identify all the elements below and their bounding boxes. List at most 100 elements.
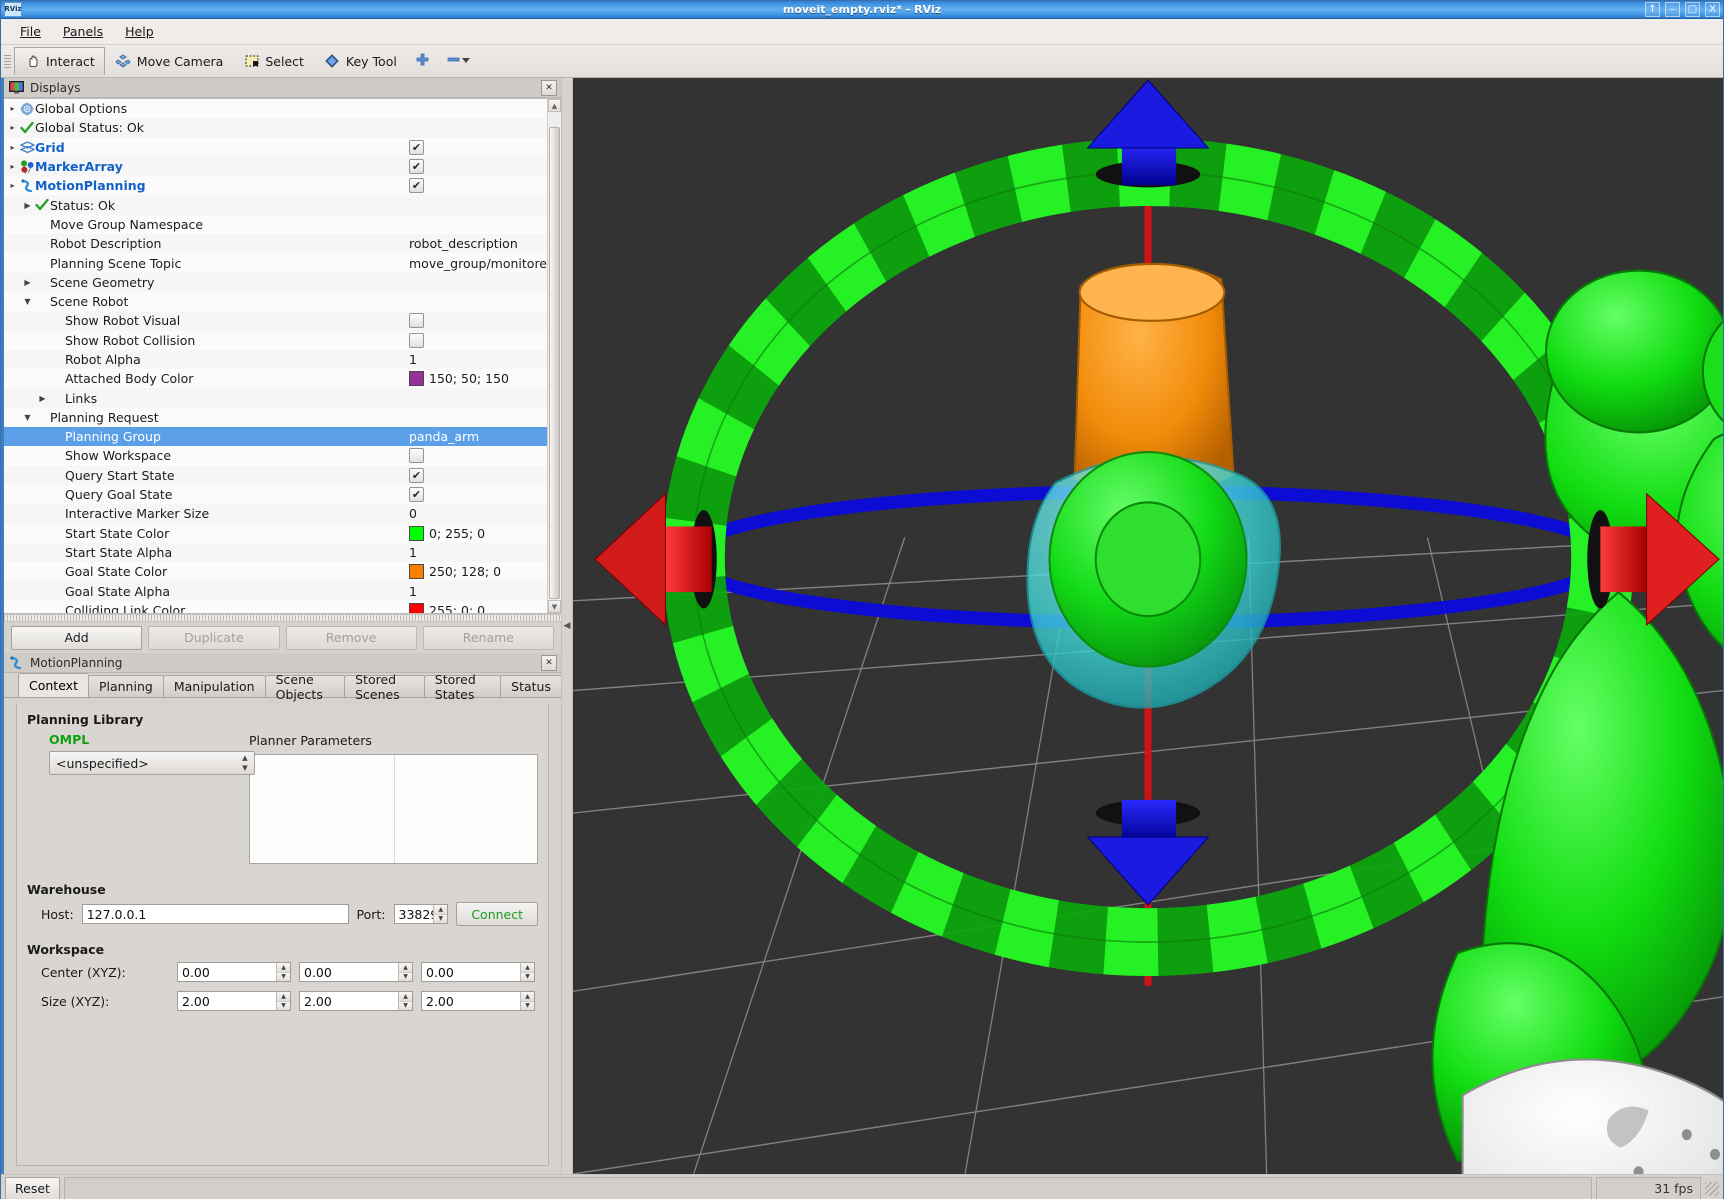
checkbox[interactable] xyxy=(409,313,424,329)
center-z-input[interactable]: 0.00 ▲ ▼ xyxy=(421,962,535,982)
tree-row[interactable]: ▸ Global Status: Ok xyxy=(4,118,547,138)
color-swatch[interactable] xyxy=(409,602,424,613)
spin-up-icon[interactable]: ▲ xyxy=(277,963,290,973)
size-y-input[interactable]: 2.00 ▲ ▼ xyxy=(299,991,413,1011)
expand-icon[interactable]: ▸ xyxy=(6,104,19,113)
tool-select[interactable]: Select xyxy=(233,47,314,75)
spin-up-icon[interactable]: ▲ xyxy=(399,963,412,973)
expand-icon[interactable]: ▶ xyxy=(21,278,34,287)
tree-row[interactable]: Start State Alpha 1 xyxy=(4,542,547,563)
add-tool-button[interactable] xyxy=(407,48,438,74)
tree-row[interactable]: ▸ Global Options xyxy=(4,99,547,119)
expand-icon[interactable]: ▸ xyxy=(6,181,19,190)
spin-up-icon[interactable]: ▲ xyxy=(434,905,448,915)
center-y-spinner[interactable]: ▲ ▼ xyxy=(398,963,412,981)
tab-manipulation[interactable]: Manipulation xyxy=(162,675,266,697)
shade-button[interactable]: ↑ xyxy=(1645,2,1660,17)
scrollbar-thumb[interactable] xyxy=(549,127,560,599)
tree-row[interactable]: Goal State Color 250; 128; 0 xyxy=(4,562,547,582)
spin-down-icon[interactable]: ▼ xyxy=(399,1001,412,1010)
tree-row[interactable]: Show Robot Visual xyxy=(4,311,547,331)
tab-stored-states[interactable]: Stored States xyxy=(423,672,502,702)
remove-tool-button[interactable] xyxy=(438,48,479,74)
port-input[interactable]: 33829 ▲ ▼ xyxy=(393,904,449,924)
tree-row[interactable]: Goal State Alpha 1 xyxy=(4,581,547,601)
tree-row-value[interactable]: robot_description xyxy=(409,234,518,253)
collapse-icon[interactable]: ▼ xyxy=(21,413,34,422)
tree-row-value[interactable]: ✔ xyxy=(409,138,424,157)
tree-row-value[interactable]: ✔ xyxy=(409,466,424,485)
tree-row-value[interactable]: ✔ xyxy=(409,485,424,504)
tree-row[interactable]: ▼ Planning Request xyxy=(4,407,547,428)
size-z-spinner[interactable]: ▲ ▼ xyxy=(520,992,534,1010)
close-button[interactable]: X xyxy=(1705,2,1720,17)
expand-icon[interactable]: ▸ xyxy=(6,162,19,171)
tree-row[interactable]: ▸ MotionPlanning ✔ xyxy=(4,176,547,196)
tree-row-value[interactable]: 150; 50; 150 xyxy=(409,369,509,388)
scroll-up-icon[interactable]: ▲ xyxy=(548,99,561,112)
expand-icon[interactable]: ▶ xyxy=(36,394,49,403)
tree-row[interactable]: Move Group Namespace xyxy=(4,214,547,235)
render-viewport-3d[interactable] xyxy=(573,78,1723,1174)
size-z-input[interactable]: 2.00 ▲ ▼ xyxy=(421,991,535,1011)
tree-row-value[interactable] xyxy=(409,446,424,465)
color-swatch[interactable] xyxy=(409,371,424,387)
expand-icon[interactable]: ▸ xyxy=(6,123,19,132)
tree-row[interactable]: ▸ MarkerArray ✔ xyxy=(4,156,547,177)
toolbar-grip[interactable] xyxy=(3,48,12,74)
spin-up-icon[interactable]: ▲ xyxy=(277,992,290,1002)
planner-parameters-table[interactable] xyxy=(249,754,538,864)
menu-help[interactable]: Help xyxy=(114,21,165,42)
color-swatch[interactable] xyxy=(409,525,424,541)
tab-status[interactable]: Status xyxy=(500,675,562,697)
planner-select-spinner[interactable]: ▲ ▼ xyxy=(238,753,252,773)
close-icon[interactable]: ✕ xyxy=(541,655,557,671)
displays-tree-scrollbar[interactable]: ▲ ▼ xyxy=(547,99,561,613)
spin-down-icon[interactable]: ▼ xyxy=(399,972,412,981)
spin-up-icon[interactable]: ▲ xyxy=(521,992,534,1002)
checkbox[interactable]: ✔ xyxy=(409,178,424,194)
chevron-down-icon[interactable] xyxy=(461,54,471,68)
spin-up-icon[interactable]: ▲ xyxy=(399,992,412,1002)
collapse-icon[interactable]: ▼ xyxy=(21,297,34,306)
tree-row-value[interactable]: panda_arm xyxy=(409,427,479,446)
expand-icon[interactable]: ▶ xyxy=(21,201,34,210)
color-swatch[interactable] xyxy=(409,564,424,580)
tree-row[interactable]: Query Start State ✔ xyxy=(4,465,547,485)
tree-row-value[interactable] xyxy=(409,331,424,350)
size-y-spinner[interactable]: ▲ ▼ xyxy=(398,992,412,1010)
tree-row[interactable]: Robot Description robot_description xyxy=(4,234,547,254)
planner-select[interactable]: <unspecified> ▲ ▼ xyxy=(49,751,255,775)
spin-down-icon[interactable]: ▼ xyxy=(277,972,290,981)
tree-row-value[interactable]: 0; 255; 0 xyxy=(409,524,485,543)
port-spinner[interactable]: ▲ ▼ xyxy=(433,905,448,923)
scroll-down-icon[interactable]: ▼ xyxy=(548,600,561,613)
tree-row-value[interactable]: ✔ xyxy=(409,157,424,176)
menu-panels[interactable]: Panels xyxy=(52,21,114,42)
tree-row[interactable]: ▶ Links xyxy=(4,388,547,408)
tree-row[interactable]: Show Workspace xyxy=(4,446,547,466)
tree-row-value[interactable]: 250; 128; 0 xyxy=(409,562,501,581)
menu-file[interactable]: File xyxy=(9,21,52,42)
tree-row[interactable]: Robot Alpha 1 xyxy=(4,349,547,370)
tree-row-value[interactable]: 1 xyxy=(409,543,417,562)
expand-icon[interactable]: ▸ xyxy=(6,143,19,152)
tree-row[interactable]: Colliding Link Color 255; 0; 0 xyxy=(4,600,547,613)
tree-row[interactable]: Show Robot Collision xyxy=(4,330,547,350)
connect-button[interactable]: Connect xyxy=(456,902,538,926)
chevron-up-icon[interactable]: ▲ xyxy=(238,753,252,763)
tool-move-camera[interactable]: Move Camera xyxy=(105,47,234,75)
tree-row[interactable]: Planning Scene Topic move_group/monitored… xyxy=(4,253,561,273)
tool-interact[interactable]: Interact xyxy=(14,47,105,75)
tab-scene-objects[interactable]: Scene Objects xyxy=(264,672,346,702)
tree-row-value[interactable]: move_group/monitored_... xyxy=(409,253,561,272)
tab-planning[interactable]: Planning xyxy=(87,675,164,697)
tab-context[interactable]: Context xyxy=(18,673,89,697)
spin-up-icon[interactable]: ▲ xyxy=(521,963,534,973)
resize-grip[interactable] xyxy=(1705,1181,1719,1196)
reset-button[interactable]: Reset xyxy=(5,1177,60,1199)
center-x-input[interactable]: 0.00 ▲ ▼ xyxy=(177,962,291,982)
chevron-down-icon[interactable]: ▼ xyxy=(238,763,252,773)
main-splitter[interactable]: ◀ xyxy=(561,78,573,1174)
spin-down-icon[interactable]: ▼ xyxy=(277,1001,290,1010)
